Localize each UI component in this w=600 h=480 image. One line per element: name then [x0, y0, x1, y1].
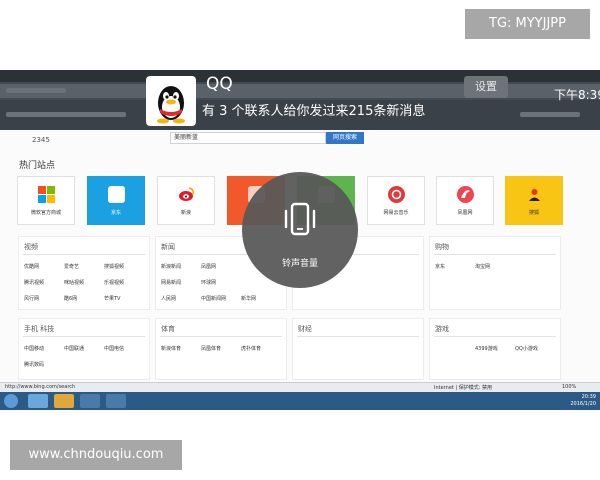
tile-microsoft-store[interactable]: 微软官方商城 — [17, 176, 75, 225]
panel-link[interactable]: 爱奇艺 — [64, 263, 106, 270]
notification-time: 下午8:39 — [554, 88, 600, 102]
panel-link[interactable]: 中国电信 — [104, 345, 146, 352]
ifeng-logo-icon — [457, 186, 474, 203]
divider — [23, 336, 145, 337]
panel-sports: 体育 新浪体育 凤凰体育 虎扑体育 — [155, 318, 287, 380]
qq-penguin-icon — [146, 76, 196, 126]
netease-music-icon — [388, 186, 405, 203]
panel-link[interactable]: 腾讯数码 — [24, 361, 66, 368]
weibo-logo-icon — [178, 186, 195, 203]
tile-label: 搜狐 — [528, 210, 539, 216]
panel-link[interactable]: 凤凰体育 — [201, 345, 243, 352]
panel-title: 体育 — [161, 325, 175, 333]
panel-link[interactable]: 中国新闻网 — [201, 295, 243, 302]
divider — [23, 254, 145, 255]
settings-button[interactable]: 设置 — [464, 76, 508, 98]
panel-link[interactable]: 腾讯视频 — [24, 279, 66, 286]
jd-logo-icon — [108, 186, 125, 203]
notification-app-name: QQ — [206, 74, 233, 94]
status-url: http://www.bing.com/search — [5, 384, 76, 390]
windows-logo-icon — [38, 186, 55, 203]
ringer-volume-label: 铃声音量 — [281, 259, 318, 269]
start-button[interactable] — [4, 394, 18, 408]
site-url-label: www.chndouqiu.com — [10, 440, 182, 470]
tile-label: 微软官方商城 — [30, 210, 61, 216]
tile-netease-music[interactable]: 网易云音乐 — [367, 176, 425, 225]
video-frame: TG: MYYJJPP QQ 有 3 个联系人给你发过来215条新消息 下午8:… — [0, 0, 600, 480]
panel-link[interactable]: 咪咕视频 — [64, 279, 106, 286]
panel-link[interactable]: 新华网 — [241, 295, 283, 302]
tile-label: 凤凰网 — [457, 210, 473, 216]
panel-link[interactable]: 乐视视频 — [104, 279, 146, 286]
media-taskbar-icon[interactable] — [80, 394, 100, 408]
divider — [160, 336, 282, 337]
hot-sites-title: 热门站点 — [19, 161, 56, 171]
windows-taskbar: 20:39 2016/1/20 — [0, 392, 600, 410]
panel-link[interactable]: 淘宝网 — [475, 263, 517, 270]
clock-time: 20:39 — [581, 394, 596, 400]
divider — [434, 254, 556, 255]
site-brand[interactable]: 2345 — [32, 136, 50, 144]
panel-link[interactable]: 环球网 — [201, 279, 243, 286]
panel-title: 财经 — [298, 325, 312, 333]
panel-games: 游戏 4399游戏 QQ小游戏 — [429, 318, 561, 380]
divider — [434, 336, 556, 337]
panel-link[interactable]: 芒果TV — [104, 295, 146, 302]
panel-link[interactable]: 凤凰网 — [201, 263, 243, 270]
desktop-screen: QQ 有 3 个联系人给你发过来215条新消息 下午8:39 设置 2345 美… — [0, 70, 600, 410]
panel-title: 购物 — [435, 243, 449, 251]
tile-label: 新浪 — [180, 210, 191, 216]
qq-notification[interactable]: QQ 有 3 个联系人给你发过来215条新消息 下午8:39 — [140, 70, 600, 130]
panel-link[interactable]: 新浪新闻 — [161, 263, 203, 270]
panel-link[interactable]: 优酷网 — [24, 263, 66, 270]
panel-video: 视频 优酷网 爱奇艺 搜狐视频 腾讯视频 咪咕视频 乐视视频 风行网 酷6网 芒… — [18, 236, 150, 310]
notification-message: 有 3 个联系人给你发过来215条新消息 — [202, 104, 426, 119]
tile-label: 网易云音乐 — [383, 210, 409, 216]
panel-title: 视频 — [24, 243, 38, 251]
panel-link[interactable]: 虎扑体育 — [241, 345, 283, 352]
menu-items — [6, 112, 126, 117]
panel-link[interactable]: 网易新闻 — [161, 279, 203, 286]
panel-finance: 财经 — [292, 318, 424, 380]
watermark: TG: MYYJJPP — [465, 9, 590, 39]
toolbar-items — [6, 88, 66, 93]
panel-link[interactable]: 风行网 — [24, 295, 66, 302]
panel-link[interactable]: 酷6网 — [64, 295, 106, 302]
vibrate-phone-icon — [284, 202, 316, 236]
search-input[interactable]: 美丽新蓝 — [170, 132, 326, 144]
panel-link[interactable]: 搜狐视频 — [104, 263, 146, 270]
panel-mobile-tech: 手机 科技 中国移动 中国联通 中国电信 腾讯数码 — [18, 318, 150, 380]
panel-link[interactable]: 新浪体育 — [161, 345, 203, 352]
panel-shopping: 购物 京东 淘宝网 — [429, 236, 561, 310]
panel-link[interactable]: 4399游戏 — [475, 345, 517, 352]
ringer-volume-overlay: 铃声音量 — [242, 172, 358, 288]
tile-jd[interactable]: 京东 — [87, 176, 145, 225]
panel-title: 新闻 — [161, 243, 175, 251]
panel-link[interactable]: QQ小游戏 — [515, 345, 557, 352]
search-button[interactable]: 网页搜索 — [326, 132, 364, 144]
divider — [297, 336, 419, 337]
panel-link[interactable]: 中国联通 — [64, 345, 106, 352]
sohu-logo-icon — [526, 186, 543, 203]
zoom-level[interactable]: 100% — [562, 384, 576, 390]
panel-title: 手机 科技 — [24, 325, 55, 333]
panel-title: 游戏 — [435, 325, 449, 333]
tile-sina[interactable]: 新浪 — [157, 176, 215, 225]
tile-label: 京东 — [110, 210, 121, 216]
tray-clock[interactable]: 20:39 2016/1/20 — [566, 394, 596, 408]
explorer-taskbar-icon[interactable] — [54, 394, 74, 408]
status-zone: Internet | 保护模式: 禁用 — [434, 385, 492, 391]
chrome-taskbar-icon[interactable] — [106, 394, 126, 408]
browser-status-bar: http://www.bing.com/search Internet | 保护… — [0, 382, 600, 392]
panel-link[interactable]: 中国移动 — [24, 345, 66, 352]
tile-ifeng[interactable]: 凤凰网 — [436, 176, 494, 225]
menu-items-right — [520, 112, 580, 117]
ie-taskbar-icon[interactable] — [28, 394, 48, 408]
panel-link[interactable]: 京东 — [435, 263, 477, 270]
tile-sohu[interactable]: 搜狐 — [505, 176, 563, 225]
panel-link[interactable]: 人民网 — [161, 295, 203, 302]
clock-date: 2016/1/20 — [570, 401, 596, 407]
